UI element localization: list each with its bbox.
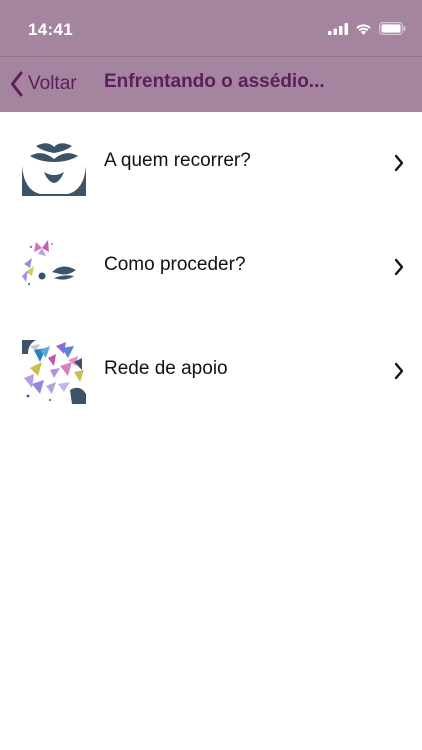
list-item-rede-de-apoio[interactable]: Rede de apoio	[0, 320, 422, 424]
navigation-bar: Voltar Enfrentando o assédio...	[0, 57, 422, 112]
back-button[interactable]: Voltar	[10, 69, 77, 99]
butterflies-eye-thumbnail	[22, 236, 86, 300]
list-item-label: A quem recorrer?	[104, 150, 251, 171]
chevron-right-icon	[394, 362, 404, 380]
status-time: 14:41	[28, 20, 73, 39]
colorful-butterflies-thumbnail	[22, 340, 86, 404]
list-item-label: Como proceder?	[104, 254, 246, 275]
list-item-a-quem-recorrer[interactable]: A quem recorrer?	[0, 112, 422, 216]
battery-icon	[379, 22, 406, 35]
wifi-icon	[356, 23, 371, 35]
list-item-label: Rede de apoio	[104, 358, 228, 379]
list-item-como-proceder[interactable]: Como proceder?	[0, 216, 422, 320]
back-label: Voltar	[28, 73, 77, 94]
signal-icon	[328, 22, 348, 35]
chevron-left-icon	[11, 71, 23, 97]
page-title: Enfrentando o assédio...	[104, 71, 325, 92]
app-header: 14:41 Voltar Enfrentando o assédio...	[0, 0, 422, 112]
status-icons	[328, 22, 406, 35]
status-bar: 14:41	[0, 0, 422, 56]
chevron-right-icon	[394, 154, 404, 172]
face-lips-thumbnail	[22, 132, 86, 196]
chevron-right-icon	[394, 258, 404, 276]
